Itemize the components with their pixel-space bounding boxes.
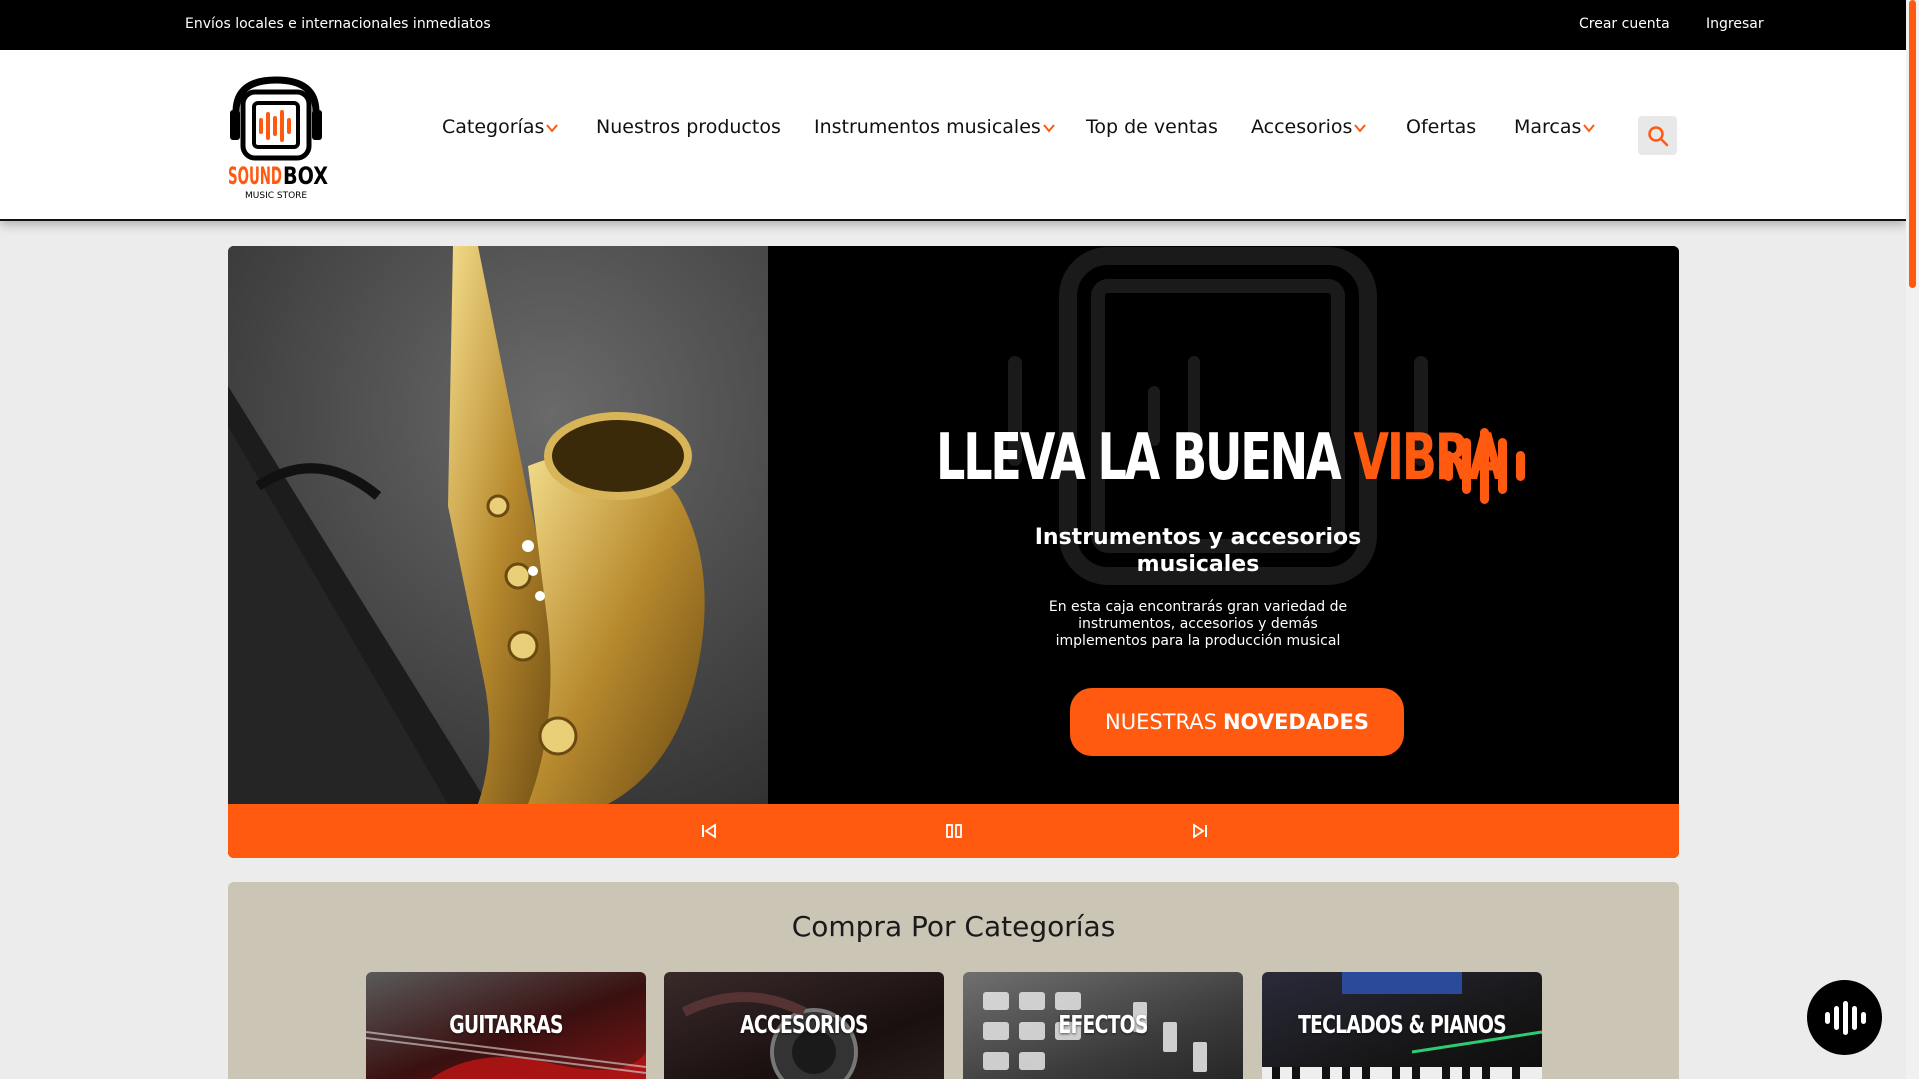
scrollbar-thumb[interactable] xyxy=(1909,0,1916,288)
login-link[interactable]: Ingresar xyxy=(1706,16,1764,32)
hero-content: LLEVA LA BUENA VIBRA Instrumentos y acce… xyxy=(768,246,1679,804)
nav-label: Marcas xyxy=(1514,116,1582,138)
search-icon xyxy=(1647,125,1668,146)
next-icon xyxy=(1193,823,1207,839)
hero-title: LLEVA LA BUENA VIBRA xyxy=(936,421,1504,495)
nav-label: Accesorios xyxy=(1251,116,1353,138)
cta-bold-text: NOVEDADES xyxy=(1222,710,1369,734)
logo-tagline: MUSIC STORE xyxy=(245,191,307,201)
categories-section: Compra Por Categorías GUITARRAS ACCESORI… xyxy=(228,882,1679,1079)
carousel-prev-button[interactable] xyxy=(697,819,721,843)
nav-item-ofertas[interactable]: Ofertas xyxy=(1406,116,1476,138)
hero-subtitle: Instrumentos y accesorios musicales xyxy=(1034,525,1362,577)
site-header: SOUND BOX MUSIC STORE Categorías Nuestro… xyxy=(0,50,1906,221)
previous-icon xyxy=(702,823,716,839)
saxophone-photo xyxy=(228,246,768,804)
nav-item-marcas[interactable]: Marcas xyxy=(1514,116,1596,138)
create-account-link[interactable]: Crear cuenta xyxy=(1579,16,1670,32)
shipping-notice: Envíos locales e internacionales inmedia… xyxy=(185,16,491,32)
nav-item-top-de-ventas[interactable]: Top de ventas xyxy=(1086,116,1218,138)
page-scrollbar[interactable] xyxy=(1906,0,1919,1079)
carousel-next-button[interactable] xyxy=(1188,819,1212,843)
top-announcement-bar: Envíos locales e internacionales inmedia… xyxy=(0,0,1906,50)
search-button[interactable] xyxy=(1638,116,1677,155)
soundwave-icon xyxy=(1824,1000,1866,1035)
nav-item-instrumentos-musicales[interactable]: Instrumentos musicales xyxy=(814,116,1056,138)
nav-label: Instrumentos musicales xyxy=(814,116,1041,138)
novedades-button[interactable]: NUESTRAS NOVEDADES xyxy=(1070,688,1404,756)
category-card-accesorios[interactable]: ACCESORIOS xyxy=(664,972,944,1079)
hero-carousel: LLEVA LA BUENA VIBRA Instrumentos y acce… xyxy=(228,246,1679,858)
cta-light-text: NUESTRAS xyxy=(1105,710,1217,734)
category-label: ACCESORIOS xyxy=(740,1010,868,1039)
category-label: GUITARRAS xyxy=(449,1010,563,1039)
logo-brand-box: BOX xyxy=(283,162,328,190)
chevron-down-icon xyxy=(546,123,559,133)
chevron-down-icon xyxy=(1043,123,1055,133)
soundbox-logo[interactable]: SOUND BOX MUSIC STORE xyxy=(226,72,344,202)
categories-title: Compra Por Categorías xyxy=(791,910,1116,943)
category-card-guitarras[interactable]: GUITARRAS xyxy=(366,972,646,1079)
nav-item-accesorios[interactable]: Accesorios xyxy=(1251,116,1367,138)
carousel-pause-button[interactable] xyxy=(942,819,966,843)
floating-audio-button[interactable] xyxy=(1807,980,1882,1055)
chevron-down-icon xyxy=(1583,123,1596,133)
category-label: TECLADOS & PIANOS xyxy=(1298,1010,1507,1039)
category-label: EFECTOS xyxy=(1058,1010,1148,1039)
carousel-controls xyxy=(228,804,1679,858)
hero-title-main: LLEVA LA BUENA xyxy=(936,421,1354,495)
category-card-teclados-pianos[interactable]: TECLADOS & PIANOS xyxy=(1262,972,1542,1079)
hero-description: En esta caja encontrarás gran variedad d… xyxy=(1048,599,1348,649)
category-card-efectos[interactable]: EFECTOS xyxy=(963,972,1243,1079)
nav-item-nuestros-productos[interactable]: Nuestros productos xyxy=(596,116,781,138)
nav-label: Categorías xyxy=(442,116,545,138)
chevron-down-icon xyxy=(1354,123,1367,133)
pause-icon xyxy=(946,824,962,838)
soundwave-icon xyxy=(1444,428,1525,504)
nav-item-categorias[interactable]: Categorías xyxy=(442,116,559,138)
logo-brand-sound: SOUND xyxy=(228,162,282,190)
